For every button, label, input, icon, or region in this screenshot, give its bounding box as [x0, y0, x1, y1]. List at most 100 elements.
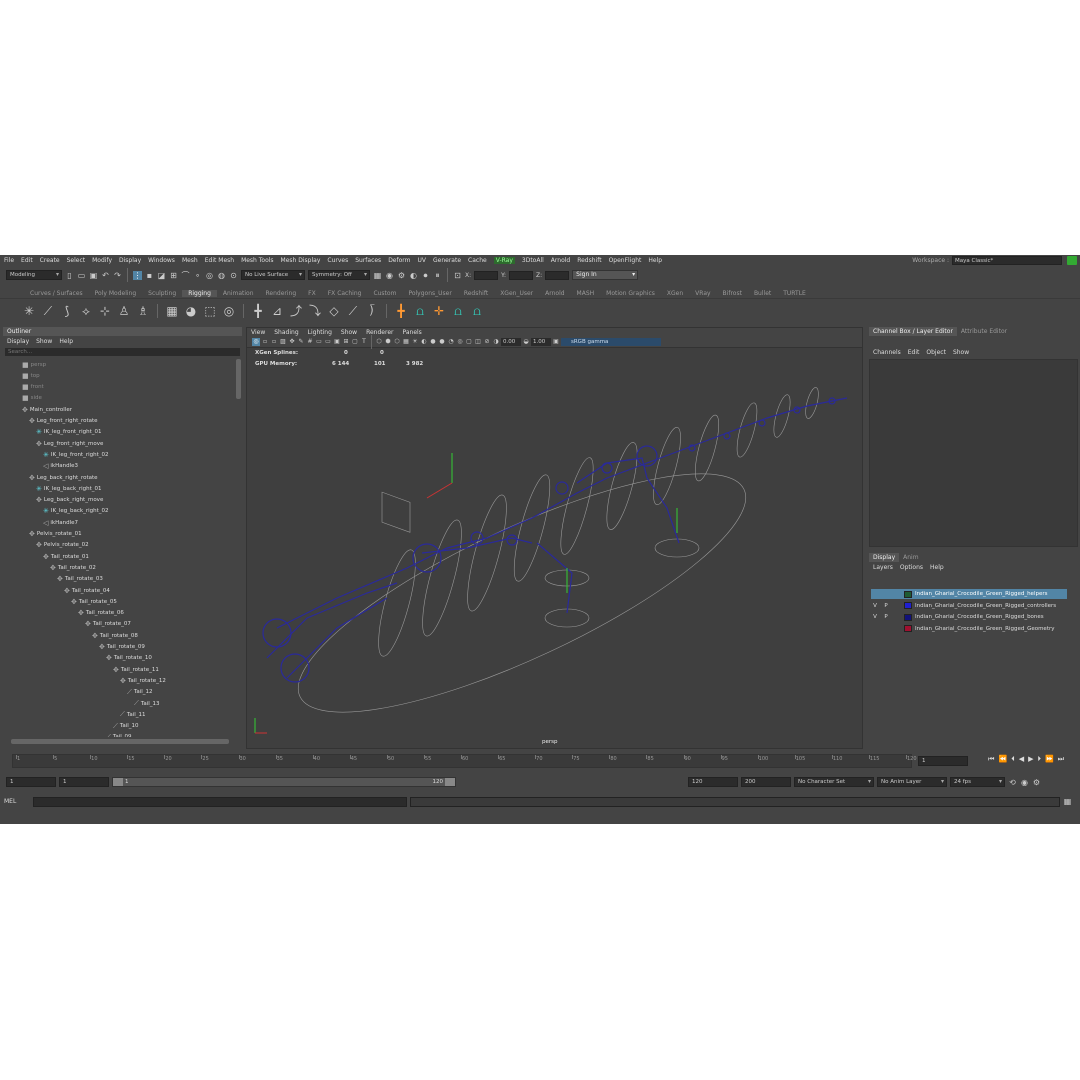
anim-end-field[interactable]: 200 — [741, 777, 791, 787]
tab-attribute-editor[interactable]: Attribute Editor — [957, 327, 1011, 336]
outliner-item[interactable]: ✥ Leg_back_right_rotate — [29, 472, 98, 483]
shelf-tab-xgen-user[interactable]: XGen_User — [494, 290, 539, 297]
isolate-select-icon[interactable]: ▢ — [465, 338, 473, 346]
menu-item-curves[interactable]: Curves — [327, 257, 348, 264]
step-forward-frame-icon[interactable]: ⏵ — [1037, 755, 1041, 764]
step-back-key-icon[interactable]: ⏪ — [998, 755, 1007, 764]
outliner-item[interactable]: ✥ Tail_rotate_10 — [106, 653, 152, 664]
layer-row[interactable]: Indian_Gharial_Crocodile_Green_Rigged_he… — [871, 589, 1067, 599]
outliner-item[interactable]: ◁ ikHandle7 — [43, 517, 78, 528]
menu-item-v-ray[interactable]: V-Ray — [493, 257, 515, 264]
outliner-item[interactable]: ✥ Tail_rotate_04 — [64, 585, 110, 596]
tab-display[interactable]: Display — [869, 553, 900, 562]
wireframe-on-shaded-icon[interactable]: ⬡ — [393, 338, 401, 346]
menu-item-modify[interactable]: Modify — [92, 257, 112, 264]
outliner-item[interactable]: ✳ IK_leg_back_right_01 — [36, 483, 102, 494]
outliner-item[interactable]: ⟋ Tail_12 — [127, 687, 153, 698]
character-set-icon[interactable]: ⩍ — [451, 304, 465, 318]
layer-menu-help[interactable]: Help — [930, 564, 944, 571]
layer-menu-options[interactable]: Options — [900, 564, 923, 571]
hik-icon[interactable]: ♗ — [136, 304, 150, 318]
play-forwards-icon[interactable]: ▶ — [1028, 755, 1033, 764]
tab-channel-box[interactable]: Channel Box / Layer Editor — [869, 327, 957, 336]
viewport-menu-view[interactable]: View — [251, 329, 265, 336]
viewport-menu-lighting[interactable]: Lighting — [308, 329, 332, 336]
y-field[interactable] — [509, 270, 534, 280]
redo-icon[interactable]: ↷ — [113, 271, 122, 280]
menu-item-openflight[interactable]: OpenFlight — [609, 257, 642, 264]
shelf-tab-animation[interactable]: Animation — [217, 290, 260, 297]
layer-playback-toggle[interactable]: P — [882, 614, 890, 620]
character-set-dropdown[interactable]: No Character Set — [794, 777, 874, 787]
undo-icon[interactable]: ↶ — [101, 271, 110, 280]
wire-deformer-icon[interactable]: ◎ — [222, 304, 236, 318]
viewport-menu-shading[interactable]: Shading — [274, 329, 298, 336]
outliner-item[interactable]: ⟋ Tail_13 — [134, 698, 160, 709]
anim-start-field[interactable]: 1 — [59, 777, 109, 787]
new-scene-icon[interactable]: ▯ — [65, 271, 74, 280]
view-transform-dropdown[interactable]: sRGB gamma — [561, 338, 661, 346]
gamma-icon[interactable]: ◒ — [522, 338, 530, 346]
outliner-item[interactable]: ⟋Tail_09 — [106, 732, 132, 737]
outliner-menu-show[interactable]: Show — [36, 338, 52, 345]
shelf-tab-vray[interactable]: VRay — [689, 290, 716, 297]
menu-item-surfaces[interactable]: Surfaces — [355, 257, 381, 264]
range-slider[interactable]: 1 120 — [112, 777, 456, 787]
outliner-horizontal-scrollbar[interactable] — [11, 739, 229, 744]
sub-character-icon[interactable]: ⩍ — [470, 304, 484, 318]
field-chart-icon[interactable]: ⊞ — [342, 338, 350, 346]
outliner-vertical-scrollbar[interactable] — [236, 359, 241, 399]
play-backwards-icon[interactable]: ◀ — [1019, 755, 1024, 764]
resolution-gate-icon[interactable]: ▭ — [324, 338, 332, 346]
outliner-item[interactable]: ✥ Tail_rotate_05 — [71, 596, 117, 607]
menu-item-arnold[interactable]: Arnold — [551, 257, 570, 264]
menu-item-uv[interactable]: UV — [418, 257, 427, 264]
script-editor-icon[interactable]: ▦ — [1063, 797, 1072, 806]
outliner-item[interactable]: ✥ Tail_rotate_08 — [92, 630, 138, 641]
menu-item-cache[interactable]: Cache — [468, 257, 487, 264]
depth-of-field-icon[interactable]: ◎ — [456, 338, 464, 346]
select-component-icon[interactable]: ◪ — [157, 271, 166, 280]
save-scene-icon[interactable]: ▣ — [89, 271, 98, 280]
create-joints-icon[interactable]: ✳ — [22, 304, 36, 318]
smooth-shade-icon[interactable]: ⬢ — [384, 338, 392, 346]
channel-box-menu-edit[interactable]: Edit — [908, 349, 920, 356]
menu-item-3dtoall[interactable]: 3DtoAll — [522, 257, 544, 264]
xray-joints-icon[interactable]: ⊘ — [483, 338, 491, 346]
menu-item-generate[interactable]: Generate — [433, 257, 461, 264]
range-slider-start-handle[interactable] — [113, 778, 123, 786]
ambient-occlusion-icon[interactable]: ● — [429, 338, 437, 346]
image-plane-icon[interactable]: ▨ — [279, 338, 287, 346]
outliner-item[interactable]: ✥ Tail_rotate_02 — [50, 562, 96, 573]
go-to-start-icon[interactable]: ⏮ — [988, 755, 994, 764]
shelf-tab-xgen[interactable]: XGen — [661, 290, 689, 297]
workspace-dropdown[interactable]: Maya Classic* — [952, 256, 1062, 265]
shelf-tab-curves-surfaces[interactable]: Curves / Surfaces — [24, 290, 89, 297]
gate-mask-icon[interactable]: ▣ — [333, 338, 341, 346]
shelf-tab-turtle[interactable]: TURTLE — [777, 290, 812, 297]
outliner-item[interactable]: ■ side — [22, 393, 42, 404]
2d-pan-icon[interactable]: ✥ — [288, 338, 296, 346]
outliner-search-input[interactable]: Search... — [5, 348, 240, 356]
mirror-joint-icon[interactable]: ⟡ — [79, 304, 93, 318]
shelf-tab-arnold[interactable]: Arnold — [539, 290, 570, 297]
select-object-icon[interactable]: ▪ — [145, 271, 154, 280]
fps-dropdown[interactable]: 24 fps — [950, 777, 1005, 787]
select-hierarchy-icon[interactable]: ⋮ — [133, 270, 142, 280]
shelf-tab-fx-caching[interactable]: FX Caching — [322, 290, 368, 297]
point-constraint-icon[interactable]: ◇ — [327, 304, 341, 318]
bookmark-icon[interactable]: ▫ — [270, 338, 278, 346]
safe-action-icon[interactable]: ▢ — [351, 338, 359, 346]
menu-item-edit[interactable]: Edit — [21, 257, 33, 264]
render-settings-icon[interactable]: ⚙ — [397, 271, 406, 280]
menu-item-windows[interactable]: Windows — [148, 257, 175, 264]
go-to-end-icon[interactable]: ⏭ — [1058, 755, 1064, 764]
vray-render-icon[interactable]: ⏺ — [421, 271, 430, 280]
end-time-field[interactable]: 120 — [688, 777, 738, 787]
safe-title-icon[interactable]: T — [360, 338, 368, 346]
auto-key-icon[interactable]: ◉ — [1020, 778, 1029, 787]
paint-weights-icon[interactable]: ◕ — [184, 304, 198, 318]
lock-icon[interactable] — [1067, 256, 1077, 265]
current-frame-field[interactable]: 1 — [918, 756, 968, 766]
outliner-item[interactable]: ■ front — [22, 382, 44, 393]
